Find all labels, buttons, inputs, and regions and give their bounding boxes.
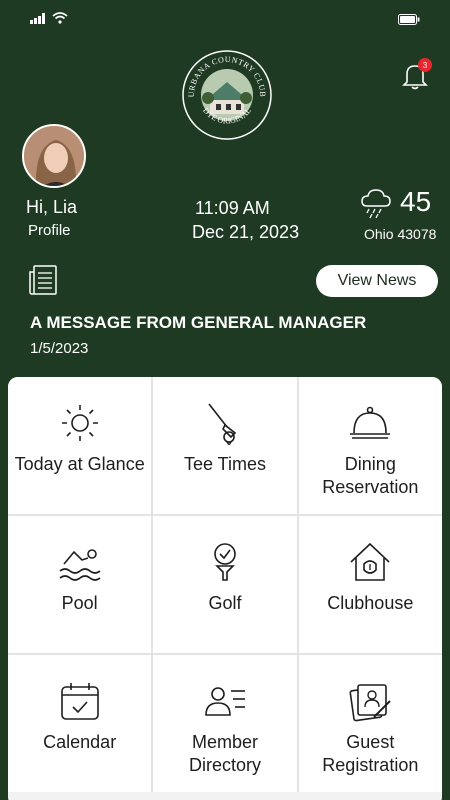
newspaper-icon[interactable] — [28, 264, 58, 296]
avatar[interactable] — [22, 124, 86, 188]
tile-member-directory[interactable]: Member Directory — [153, 655, 297, 792]
tile-pool[interactable]: Pool — [8, 516, 152, 653]
cloche-icon — [350, 406, 391, 439]
golf-club-icon — [208, 403, 237, 445]
guest-card-icon — [349, 684, 392, 722]
tile-today-at-glance[interactable]: Today at Glance — [8, 377, 152, 514]
tile-label: Today at Glance — [14, 454, 145, 474]
tile-calendar[interactable]: Calendar — [8, 655, 152, 792]
weather-location: Ohio 43078 — [364, 226, 437, 242]
view-news-button[interactable]: View News — [316, 265, 438, 297]
tile-label: Pool — [61, 593, 98, 613]
profile-link[interactable]: Profile — [28, 222, 71, 239]
tile-golf[interactable]: Golf — [153, 516, 297, 653]
tile-guest-registration[interactable]: Guest Registration — [298, 655, 442, 792]
news-date: 1/5/2023 — [30, 340, 89, 357]
menu-grid: Today at Glance Tee Times Dining Reserva… — [8, 377, 442, 792]
status-right — [398, 12, 420, 30]
avatar-image — [24, 126, 84, 186]
greeting: Hi, Lia — [26, 197, 78, 217]
tile-label: Calendar — [43, 732, 117, 752]
wifi-icon — [52, 12, 68, 24]
tile-label: Clubhouse — [327, 593, 414, 613]
sun-icon — [61, 405, 98, 441]
club-logo: URBANA COUNTRY CLUB DYE ORIGINAL — [182, 50, 272, 140]
calendar-icon — [60, 683, 99, 720]
rain-cloud-icon — [361, 189, 391, 219]
tile-label: Member Directory — [188, 732, 261, 775]
tile-label: Dining Reservation — [322, 454, 419, 497]
swimmer-icon — [59, 549, 101, 581]
tile-clubhouse[interactable]: Clubhouse — [298, 516, 442, 653]
status-left — [30, 12, 68, 24]
tile-label: Guest Registration — [322, 732, 419, 775]
tile-label: Golf — [208, 593, 242, 613]
status-bar — [0, 0, 450, 36]
tile-dining-reservation[interactable]: Dining Reservation — [298, 377, 442, 514]
tile-label: Tee Times — [183, 454, 266, 474]
signal-icon — [30, 12, 45, 24]
directory-icon — [205, 687, 245, 716]
current-date: Dec 21, 2023 — [192, 222, 300, 242]
current-time: 11:09 AM — [195, 198, 270, 218]
notification-badge: 3 — [418, 58, 432, 72]
news-title[interactable]: A MESSAGE FROM GENERAL MANAGER — [30, 313, 366, 333]
golf-ball-tee-icon — [214, 543, 236, 581]
menu-panel: Today at Glance Tee Times Dining Reserva… — [8, 377, 442, 800]
tile-tee-times[interactable]: Tee Times — [153, 377, 297, 514]
clubhouse-icon — [350, 542, 390, 581]
temperature: 45 — [400, 186, 432, 217]
battery-icon — [398, 14, 420, 25]
